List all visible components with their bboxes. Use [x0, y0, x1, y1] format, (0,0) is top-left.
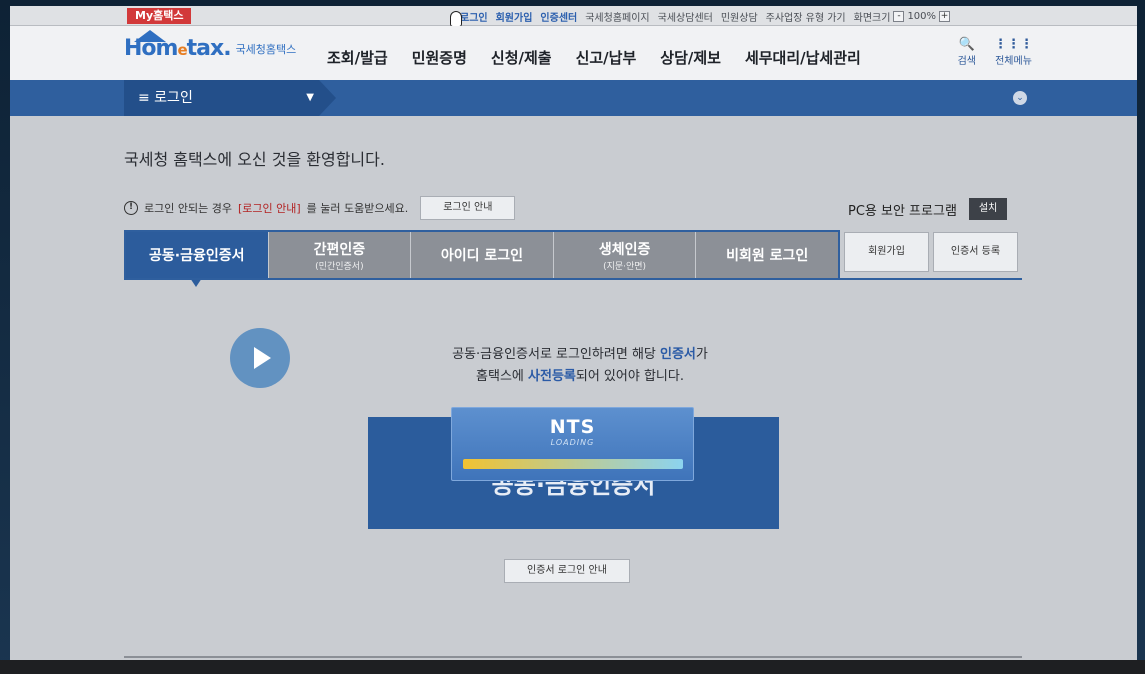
tab-sublabel: (민간인증서) [315, 261, 364, 272]
page-title: ≡ 로그인 [138, 90, 193, 106]
caret-down-icon: ▼ [306, 92, 314, 103]
page-title-band: ≡ 로그인 ▼ ⌄ [10, 80, 1137, 116]
tab-guest-login[interactable]: 비회원 로그인 [696, 232, 838, 278]
signup-button[interactable]: 회원가입 [844, 232, 929, 272]
utility-links: 로그인 회원가입 인증센터 국세청홈페이지 국세상담센터 민원상담 주사업장 유… [460, 9, 951, 24]
loading-progress-fill [463, 459, 683, 469]
login-tabs: 공동·금융인증서 간편인증 (민간인증서) 아이디 로그인 생체인증 (지문·안… [124, 230, 840, 287]
preregister-link[interactable]: 사전등록 [528, 369, 576, 384]
os-taskbar [0, 660, 1145, 674]
nav-item-certificates[interactable]: 민원증명 [412, 47, 467, 68]
zoom-label: 화면크기 [853, 13, 891, 24]
cert-login-guide-button[interactable]: 인증서 로그인 안내 [504, 559, 630, 583]
welcome-heading: 국세청 홈택스에 오신 것을 환영합니다. [124, 150, 385, 169]
zoom-in-button[interactable]: + [939, 11, 951, 22]
expand-icon[interactable]: ⌄ [1013, 91, 1027, 105]
loading-overlay: NTS LOADING [451, 407, 694, 481]
cert-link[interactable]: 인증서 [660, 347, 696, 362]
nav-item-consult[interactable]: 상담/제보 [660, 47, 721, 68]
utility-bar: My홈택스 로그인 회원가입 인증센터 국세청홈페이지 국세상담센터 민원상담 … [10, 6, 1137, 27]
cert-message-line1: 공동·금융인증서로 로그인하려면 해당 인증서가 [452, 347, 708, 362]
tab-sublabel: (지문·안면) [603, 261, 647, 272]
notice-text-pre: 로그인 안되는 경우 [144, 202, 232, 215]
logo-subtitle: 국세청홈택스 [235, 43, 297, 56]
util-link-consult-center[interactable]: 국세상담센터 [658, 9, 713, 24]
header-icons: 🔍 검색 ⋮⋮⋮ 전체메뉴 [957, 37, 1033, 68]
nav-item-tax-agent[interactable]: 세무대리/납세관리 [745, 47, 861, 68]
zoom-level: 100% [907, 11, 937, 22]
pc-security-label: PC용 보안 프로그램 [848, 203, 957, 219]
loading-progress-bar [463, 459, 683, 469]
search-label: 검색 [957, 56, 976, 67]
my-hometax-tab[interactable]: My홈택스 [127, 8, 192, 24]
nav-item-application[interactable]: 신청/제출 [491, 47, 552, 68]
info-icon: ! [124, 201, 138, 215]
search-button[interactable]: 🔍 검색 [957, 37, 976, 68]
tab-simple-auth[interactable]: 간편인증 (민간인증서) [268, 232, 412, 278]
tab-biometric[interactable]: 생체인증 (지문·안면) [553, 232, 697, 278]
tab-id-login[interactable]: 아이디 로그인 [411, 232, 554, 278]
util-link-login[interactable]: 로그인 [460, 9, 488, 24]
register-cert-button[interactable]: 인증서 등록 [933, 232, 1018, 272]
logo-wordmark: Hometax. [124, 36, 232, 61]
main-nav: 조회/발급 민원증명 신청/제출 신고/납부 상담/제보 세무대리/납세관리 [327, 47, 861, 68]
cert-message-line2: 홈택스에 사전등록되어 있어야 합니다. [476, 369, 684, 384]
loading-title: NTS [549, 416, 596, 438]
mouse-cursor-icon [450, 11, 462, 27]
notice-text-post: 를 눌러 도움받으세요. [306, 202, 409, 215]
hometax-logo[interactable]: Hometax. 국세청홈택스 [124, 30, 297, 61]
zoom-out-button[interactable]: - [893, 11, 905, 22]
util-link-civil-consult[interactable]: 민원상담 [721, 9, 758, 24]
util-link-cert-center[interactable]: 인증센터 [540, 9, 577, 24]
site-header: Hometax. 국세청홈택스 조회/발급 민원증명 신청/제출 신고/납부 상… [10, 26, 1137, 80]
tab-label: 간편인증 [313, 241, 366, 258]
cert-message: 공동·금융인증서로 로그인하려면 해당 인증서가 홈택스에 사전등록되어 있어야… [370, 344, 790, 388]
notice-link[interactable]: [로그인 안내] [238, 200, 301, 216]
tab-label: 생체인증 [598, 241, 651, 258]
loading-subtitle: LOADING [550, 438, 595, 447]
pc-security-install-button[interactable]: 설치 [968, 198, 1008, 220]
all-menu-label: 전체메뉴 [995, 56, 1032, 67]
grid-menu-icon: ⋮⋮⋮ [994, 37, 1033, 52]
browser-screen: My홈택스 로그인 회원가입 인증센터 국세청홈페이지 국세상담센터 민원상담 … [10, 6, 1137, 660]
login-guide-button[interactable]: 로그인 안내 [420, 196, 516, 220]
side-buttons: 회원가입 인증서 등록 [844, 232, 1018, 272]
zoom-control: 화면크기 - 100% + [853, 9, 951, 24]
tab-underline [124, 278, 1022, 280]
nav-item-filing[interactable]: 신고/납부 [576, 47, 637, 68]
tab-label: 아이디 로그인 [440, 248, 524, 264]
tab-joint-cert[interactable]: 공동·금융인증서 [126, 232, 269, 287]
tab-label: 비회원 로그인 [726, 248, 809, 264]
util-link-nts-home[interactable]: 국세청홈페이지 [585, 9, 649, 24]
nav-item-inquiry[interactable]: 조회/발급 [327, 47, 388, 68]
util-link-main-business[interactable]: 주사업장 유형 가기 [766, 9, 846, 24]
page-title-dropdown[interactable]: ≡ 로그인 ▼ [124, 80, 336, 116]
all-menu-button[interactable]: ⋮⋮⋮ 전체메뉴 [994, 37, 1033, 68]
login-notice: ! 로그인 안되는 경우 [로그인 안내] 를 눌러 도움받으세요. 로그인 안… [124, 196, 516, 220]
footer-divider [124, 656, 1022, 658]
video-play-icon[interactable] [230, 328, 290, 388]
pc-security: PC용 보안 프로그램 설치 [848, 198, 1008, 220]
util-link-signup[interactable]: 회원가입 [496, 9, 533, 24]
taskbar-app-icon[interactable] [555, 662, 595, 672]
tab-label: 공동·금융인증서 [149, 248, 245, 264]
search-icon: 🔍 [958, 37, 975, 52]
